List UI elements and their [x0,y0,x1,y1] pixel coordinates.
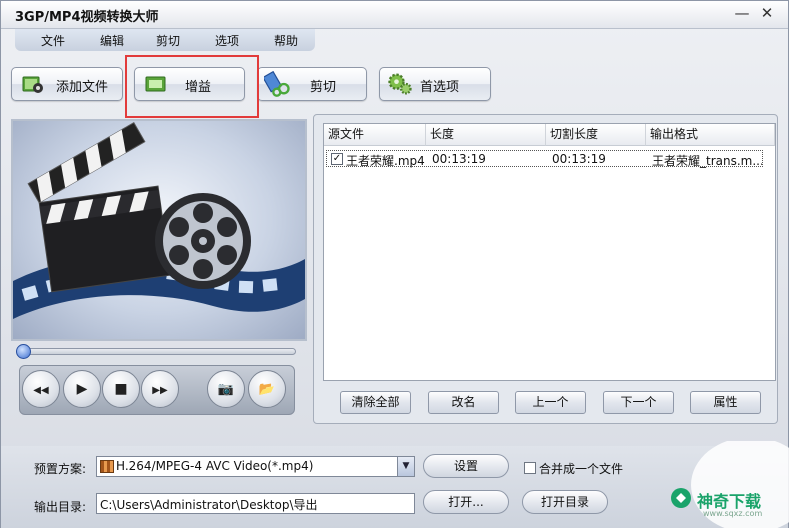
camera-icon: 📷 [217,382,235,397]
clapperboard-film-illustration [13,121,305,319]
column-output-format[interactable]: 输出格式 [646,124,775,146]
add-file-icon [22,76,43,93]
scissors-film-icon [264,71,290,97]
seek-bar[interactable] [19,348,296,355]
menu-bar: 文件 编辑 剪切 选项 帮助 [15,29,315,51]
open-button[interactable]: 打开... [423,490,509,514]
properties-button[interactable]: 属性 [690,391,761,414]
output-label: 输出目录: [34,500,87,514]
play-button[interactable]: ▶ [63,370,101,408]
close-button[interactable]: ✕ [756,4,778,24]
preferences-label: 首选项 [420,80,460,95]
rename-button[interactable]: 改名 [428,391,499,414]
clear-all-button[interactable]: 清除全部 [340,391,411,414]
preset-label: 预置方案: [34,462,87,476]
menu-file[interactable]: 文件 [41,32,65,49]
move-up-button[interactable]: 上一个 [515,391,586,414]
folder-icon: 📂 [258,382,276,397]
cut-button[interactable]: 剪切 [257,67,367,101]
preferences-button[interactable]: 首选项 [379,67,491,101]
title-bar: 3GP/MP4视频转换大师 — ✕ [1,1,788,29]
menu-options[interactable]: 选项 [215,32,239,49]
stop-icon: ■ [114,381,128,397]
output-path-field[interactable]: C:\Users\Administrator\Desktop\导出 [96,493,415,514]
stop-button[interactable]: ■ [102,370,140,408]
output-path: C:\Users\Administrator\Desktop\导出 [100,498,318,512]
gears-icon [388,73,412,95]
preset-value: H.264/MPEG-4 AVC Video(*.mp4) [116,459,314,473]
highlight-box [125,55,259,118]
row-length: 00:13:19 [432,152,486,166]
open-folder-button[interactable]: 📂 [248,370,286,408]
minimize-button[interactable]: — [731,4,753,24]
settings-button[interactable]: 设置 [423,454,509,478]
fast-forward-button[interactable]: ▶▶ [141,370,179,408]
open-directory-button[interactable]: 打开目录 [522,490,608,514]
row-checkbox[interactable]: ✓ [331,153,343,165]
table-row[interactable]: ✓ 王者荣耀.mp4 00:13:19 00:13:19 王者荣耀_trans.… [326,150,763,168]
watermark: 神奇下载 www.sqxz.com [641,437,789,532]
row-output: 王者荣耀_trans.m... [652,154,762,168]
file-list[interactable]: 源文件 长度 切割长度 输出格式 ✓ 王者荣耀.mp4 00:13:19 00:… [323,123,776,381]
column-cut-length[interactable]: 切割长度 [546,124,646,146]
menu-help[interactable]: 帮助 [274,32,298,49]
chevron-down-icon[interactable]: ▼ [397,457,414,476]
add-file-label: 添加文件 [56,80,109,95]
video-preview [11,119,307,341]
seek-thumb[interactable] [16,344,31,359]
menu-cut[interactable]: 剪切 [156,32,180,49]
cut-label: 剪切 [310,80,337,95]
row-source: 王者荣耀.mp4 [346,154,425,168]
film-icon [100,460,114,473]
rewind-button[interactable]: ◀◀ [22,370,60,408]
row-cut-length: 00:13:19 [552,152,606,166]
column-source[interactable]: 源文件 [324,124,426,146]
merge-label: 合并成一个文件 [539,462,624,476]
preset-select[interactable]: H.264/MPEG-4 AVC Video(*.mp4) ▼ [96,456,415,477]
snapshot-button[interactable]: 📷 [207,370,245,408]
move-down-button[interactable]: 下一个 [603,391,674,414]
play-icon: ▶ [76,381,88,397]
fast-forward-icon: ▶▶ [152,385,168,396]
watermark-subtext: www.sqxz.com [703,509,763,518]
window-title: 3GP/MP4视频转换大师 [15,10,159,25]
rewind-icon: ◀◀ [33,385,49,396]
main-window: 3GP/MP4视频转换大师 — ✕ 文件 编辑 剪切 选项 帮助 添加文件 增益 [0,0,789,532]
add-file-button[interactable]: 添加文件 [11,67,123,101]
menu-edit[interactable]: 编辑 [100,32,124,49]
merge-checkbox[interactable] [524,462,536,474]
column-length[interactable]: 长度 [426,124,546,146]
